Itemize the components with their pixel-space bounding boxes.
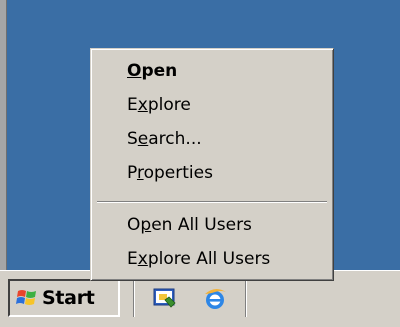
menu-divider: [97, 201, 327, 203]
show-desktop-icon[interactable]: [151, 285, 179, 313]
menu-item-label: arch...: [148, 129, 202, 149]
menu-item-label: S: [127, 129, 138, 149]
menu-item-open-all-users[interactable]: Open All Users: [127, 215, 252, 235]
menu-item-label: P: [127, 163, 137, 183]
menu-item-explore-all-users[interactable]: Explore All Users: [127, 249, 270, 269]
menu-item-mnemonic: x: [137, 95, 148, 115]
menu-item-open[interactable]: Open: [127, 61, 177, 81]
menu-item-mnemonic: O: [127, 61, 142, 81]
menu-item-label: plore: [147, 95, 191, 115]
menu-item-label: E: [127, 95, 138, 115]
context-menu: Open Explore Search... Properties Open A…: [90, 48, 334, 281]
menu-item-search[interactable]: Search...: [127, 129, 202, 149]
internet-explorer-icon[interactable]: [201, 285, 229, 313]
menu-item-label: pen: [141, 61, 178, 81]
taskbar-separator: [133, 279, 135, 317]
menu-item-properties[interactable]: Properties: [127, 163, 213, 183]
menu-item-label: plore All Users: [147, 249, 271, 269]
menu-item-label: operties: [143, 163, 213, 183]
menu-item-label: en All Users: [151, 215, 252, 235]
menu-item-label: O: [127, 215, 141, 235]
menu-item-label: E: [127, 249, 138, 269]
menu-item-mnemonic: e: [137, 129, 149, 149]
menu-item-explore[interactable]: Explore: [127, 95, 191, 115]
start-button[interactable]: Start: [8, 279, 120, 317]
menu-item-mnemonic: r: [136, 163, 144, 183]
menu-item-mnemonic: p: [140, 215, 152, 235]
start-label: Start: [42, 287, 95, 309]
windows-flag-icon: [16, 290, 36, 305]
taskbar-separator: [245, 279, 247, 317]
menu-item-mnemonic: x: [137, 249, 148, 269]
